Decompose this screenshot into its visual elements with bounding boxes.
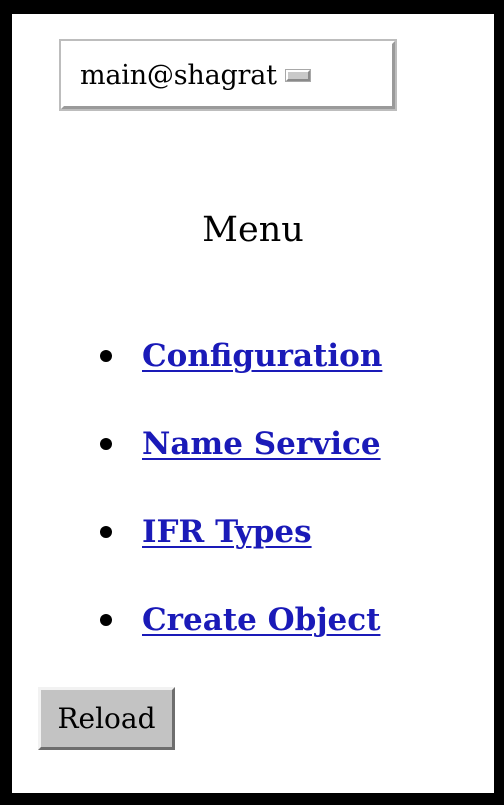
menu-item-create-object: Create Object — [100, 576, 382, 664]
bullet-icon — [100, 438, 112, 450]
menu-title: Menu — [202, 210, 304, 250]
menu-item-name-service: Name Service — [100, 400, 382, 488]
name-service-link[interactable]: Name Service — [142, 426, 381, 462]
ifr-types-link[interactable]: IFR Types — [142, 514, 312, 550]
bullet-icon — [100, 350, 112, 362]
menu-list: Configuration Name Service IFR Types Cre… — [100, 312, 382, 664]
reload-button[interactable]: Reload — [38, 687, 175, 750]
server-select[interactable]: main@shagrat — [59, 39, 397, 111]
configuration-link[interactable]: Configuration — [142, 338, 382, 374]
dropdown-indicator-icon[interactable] — [284, 68, 311, 82]
bullet-icon — [100, 614, 112, 626]
create-object-link[interactable]: Create Object — [142, 602, 380, 638]
server-select-value: main@shagrat — [80, 59, 277, 91]
menu-frame: main@shagrat Menu Configuration Name Ser… — [12, 14, 494, 793]
menu-item-configuration: Configuration — [100, 312, 382, 400]
menu-item-ifr-types: IFR Types — [100, 488, 382, 576]
bullet-icon — [100, 526, 112, 538]
